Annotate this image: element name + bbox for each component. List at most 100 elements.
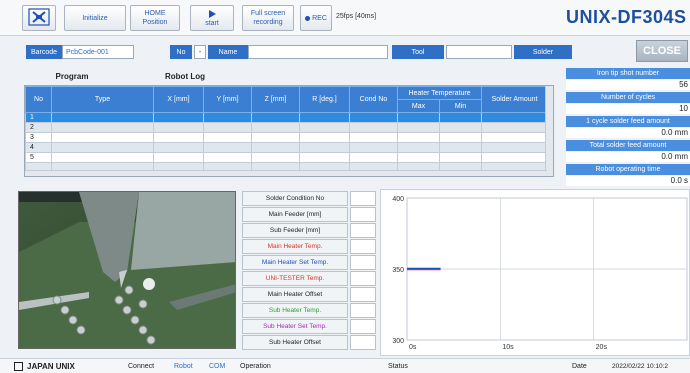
param-value — [350, 255, 376, 270]
logo-icon — [28, 8, 50, 26]
tab-robot-log[interactable]: Robot Log — [150, 70, 220, 83]
brand: JAPAN UNIX — [14, 359, 75, 373]
robot-time-value: 0.0 s — [566, 176, 690, 186]
robot-status: Robot — [174, 363, 193, 370]
col-y: Y [mm] — [203, 86, 252, 113]
play-icon — [209, 9, 216, 18]
total-feed-label: Total solder feed amount — [566, 140, 690, 151]
rec-label: REC — [312, 14, 327, 22]
row-number: 1 — [25, 112, 52, 123]
col-heater-temp: Heater Temperature — [397, 86, 482, 100]
param-label: Sub Heater Offset — [242, 335, 348, 350]
x-tick-label: 10s — [502, 344, 514, 351]
row-number: 2 — [25, 122, 52, 133]
tool-field[interactable] — [446, 45, 512, 59]
total-feed-value: 0.0 mm — [566, 152, 690, 162]
barcode-input[interactable]: PcbCode-001 — [62, 45, 134, 59]
barcode-row: Barcode PcbCode-001 No - Name Tool Solde… — [0, 45, 574, 59]
tool-label: Tool — [392, 45, 444, 59]
param-row: UNI-TESTER Temp. — [242, 271, 376, 287]
no-label: No — [170, 45, 192, 59]
fps-label: 25fps [40ms] — [336, 13, 377, 20]
col-z: Z [mm] — [251, 86, 300, 113]
param-value — [350, 303, 376, 318]
param-label: Sub Heater Set Temp. — [242, 319, 348, 334]
x-tick-label: 20s — [596, 344, 608, 351]
tab-program[interactable]: Program — [40, 70, 104, 83]
rec-dot-icon — [305, 15, 311, 21]
param-row: Solder Condition No — [242, 191, 376, 207]
temperature-chart: 400 350 300 0s 10s 20s — [380, 189, 690, 356]
date-label: Date — [572, 363, 587, 370]
name-field[interactable] — [248, 45, 388, 59]
connect-label: Connect — [128, 363, 155, 370]
parameter-list: Solder Condition No Main Feeder [mm] Sub F… — [242, 191, 376, 351]
y-tick-label: 400 — [392, 196, 404, 203]
param-row: Main Heater Set Temp. — [242, 255, 376, 271]
barcode-label: Barcode — [26, 45, 62, 59]
param-value — [350, 223, 376, 238]
row-number: 4 — [25, 142, 52, 153]
operation-label: Operation — [240, 363, 271, 370]
camera-image — [19, 192, 235, 348]
cycles-label: Number of cycles — [566, 92, 690, 103]
param-value — [350, 287, 376, 302]
program-table: No Type X [mm] Y [mm] Z [mm] R [deg.] Co… — [24, 85, 554, 177]
col-cond-no: Cond No — [349, 86, 398, 113]
y-tick-label: 300 — [392, 338, 404, 345]
table-header-row: No Type X [mm] Y [mm] Z [mm] R [deg.] Co… — [25, 86, 548, 113]
table-row[interactable]: 5 — [25, 152, 548, 163]
param-value — [350, 207, 376, 222]
no-separator: - — [194, 45, 206, 59]
rec-button[interactable]: REC — [300, 5, 332, 31]
x-tick-label: 0s — [409, 344, 417, 351]
param-value — [350, 271, 376, 286]
cycle-feed-label: 1 cycle solder feed amount — [566, 116, 690, 127]
solder-label: Solder — [514, 45, 572, 59]
close-button[interactable]: CLOSE — [636, 40, 688, 62]
com-status: COM — [209, 363, 226, 370]
param-label: Main Heater Set Temp. — [242, 255, 348, 270]
param-row: Main Feeder [mm] — [242, 207, 376, 223]
start-button[interactable]: start — [190, 5, 234, 31]
param-label: Sub Feeder [mm] — [242, 223, 348, 238]
param-value — [350, 191, 376, 206]
robot-time-label: Robot operating time — [566, 164, 690, 175]
param-row: Sub Heater Offset — [242, 335, 376, 351]
model-title: UNIX-DF304S — [566, 7, 687, 27]
fullscreen-label-line1: Full screen — [250, 10, 286, 17]
col-x: X [mm] — [153, 86, 204, 113]
col-type: Type — [51, 86, 154, 113]
table-row[interactable]: 2 — [25, 122, 548, 133]
param-row: Sub Heater Temp. — [242, 303, 376, 319]
name-label: Name — [208, 45, 248, 59]
table-row[interactable]: 3 — [25, 132, 548, 143]
table-vertical-scrollbar[interactable] — [545, 86, 553, 176]
initialize-button[interactable]: Initialize — [64, 5, 126, 31]
param-label: Sub Heater Temp. — [242, 303, 348, 318]
home-position-button[interactable]: HOME Position — [130, 5, 180, 31]
logo-button[interactable] — [22, 5, 56, 31]
param-row: Sub Heater Set Temp. — [242, 319, 376, 335]
fullscreen-recording-button[interactable]: Full screen recording — [242, 5, 294, 31]
iron-tip-shot-value: 56 — [566, 80, 690, 90]
param-label: UNI-TESTER Temp. — [242, 271, 348, 286]
cycles-value: 10 — [566, 104, 690, 114]
toolbar: Initialize HOME Position start Full scre… — [0, 0, 690, 36]
param-row: Sub Feeder [mm] — [242, 223, 376, 239]
table-horizontal-scrollbar[interactable] — [25, 170, 547, 176]
table-row[interactable]: 1 — [25, 112, 548, 123]
param-label: Solder Condition No — [242, 191, 348, 206]
param-label: Main Heater Offset — [242, 287, 348, 302]
param-label: Main Heater Temp. — [242, 239, 348, 254]
row-number: 3 — [25, 132, 52, 143]
param-row: Main Heater Offset — [242, 287, 376, 303]
brand-logo-icon — [14, 362, 23, 371]
y-tick-label: 350 — [392, 267, 404, 274]
col-max: Max — [397, 99, 440, 113]
table-row[interactable]: 4 — [25, 142, 548, 153]
param-label: Main Feeder [mm] — [242, 207, 348, 222]
param-value — [350, 239, 376, 254]
status-label: Status — [388, 363, 408, 370]
col-r: R [deg.] — [299, 86, 350, 113]
